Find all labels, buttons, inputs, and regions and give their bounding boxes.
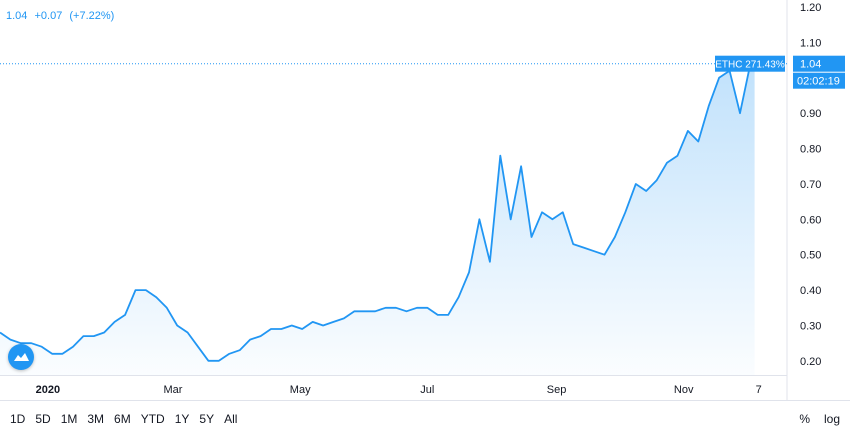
date-tick-label: Jul [420,384,434,396]
range-5d-button[interactable]: 5D [35,412,50,426]
range-1m-button[interactable]: 1M [61,412,78,426]
date-tick-label: Sep [547,384,567,396]
date-tick-label: Nov [674,384,694,396]
price-tick-label: 0.20 [800,356,821,368]
range-1d-button[interactable]: 1D [10,412,25,426]
price-tick-label: 0.90 [800,108,821,120]
range-5y-button[interactable]: 5Y [199,412,214,426]
tradingview-logo-icon[interactable] [8,344,34,370]
range-3m-button[interactable]: 3M [87,412,104,426]
date-tick-label: 7 [756,384,762,396]
price-tick-label: 0.40 [800,285,821,297]
header-change-pct: (+7.22%) [69,10,115,22]
price-tick-label: 0.80 [800,144,821,156]
date-tick-label: May [290,384,311,396]
header-quote: 1.04 +0.07 (+7.22%) [6,10,118,22]
series-tag-label: ETHC 271.43% [715,60,785,71]
countdown-tag-label: 02:02:19 [797,76,840,88]
logo-glyph [14,353,29,361]
range-all-button[interactable]: All [224,412,237,426]
chart-area[interactable]: 1.201.101.000.900.800.700.600.500.400.30… [0,0,850,400]
price-tick-label: 0.60 [800,214,821,226]
scale-buttons: % log [785,412,840,426]
date-tick-label: Mar [164,384,183,396]
percent-scale-button[interactable]: % [799,412,810,426]
price-tick-label: 0.70 [800,179,821,191]
price-tick-label: 0.30 [800,321,821,333]
last-price-tag-label: 1.04 [800,59,821,71]
header-price: 1.04 [6,10,28,22]
range-ytd-button[interactable]: YTD [141,412,165,426]
price-tick-label: 0.50 [800,250,821,262]
range-1y-button[interactable]: 1Y [175,412,190,426]
range-6m-button[interactable]: 6M [114,412,131,426]
log-scale-button[interactable]: log [824,412,840,426]
header-change: +0.07 [34,10,63,22]
date-tick-label: 2020 [36,384,60,396]
price-tick-label: 1.10 [800,38,821,50]
range-buttons: 1D 5D 1M 3M 6M YTD 1Y 5Y All [10,412,247,426]
price-tick-label: 1.20 [800,2,821,14]
bottom-toolbar: 1D 5D 1M 3M 6M YTD 1Y 5Y All % log [0,400,850,434]
